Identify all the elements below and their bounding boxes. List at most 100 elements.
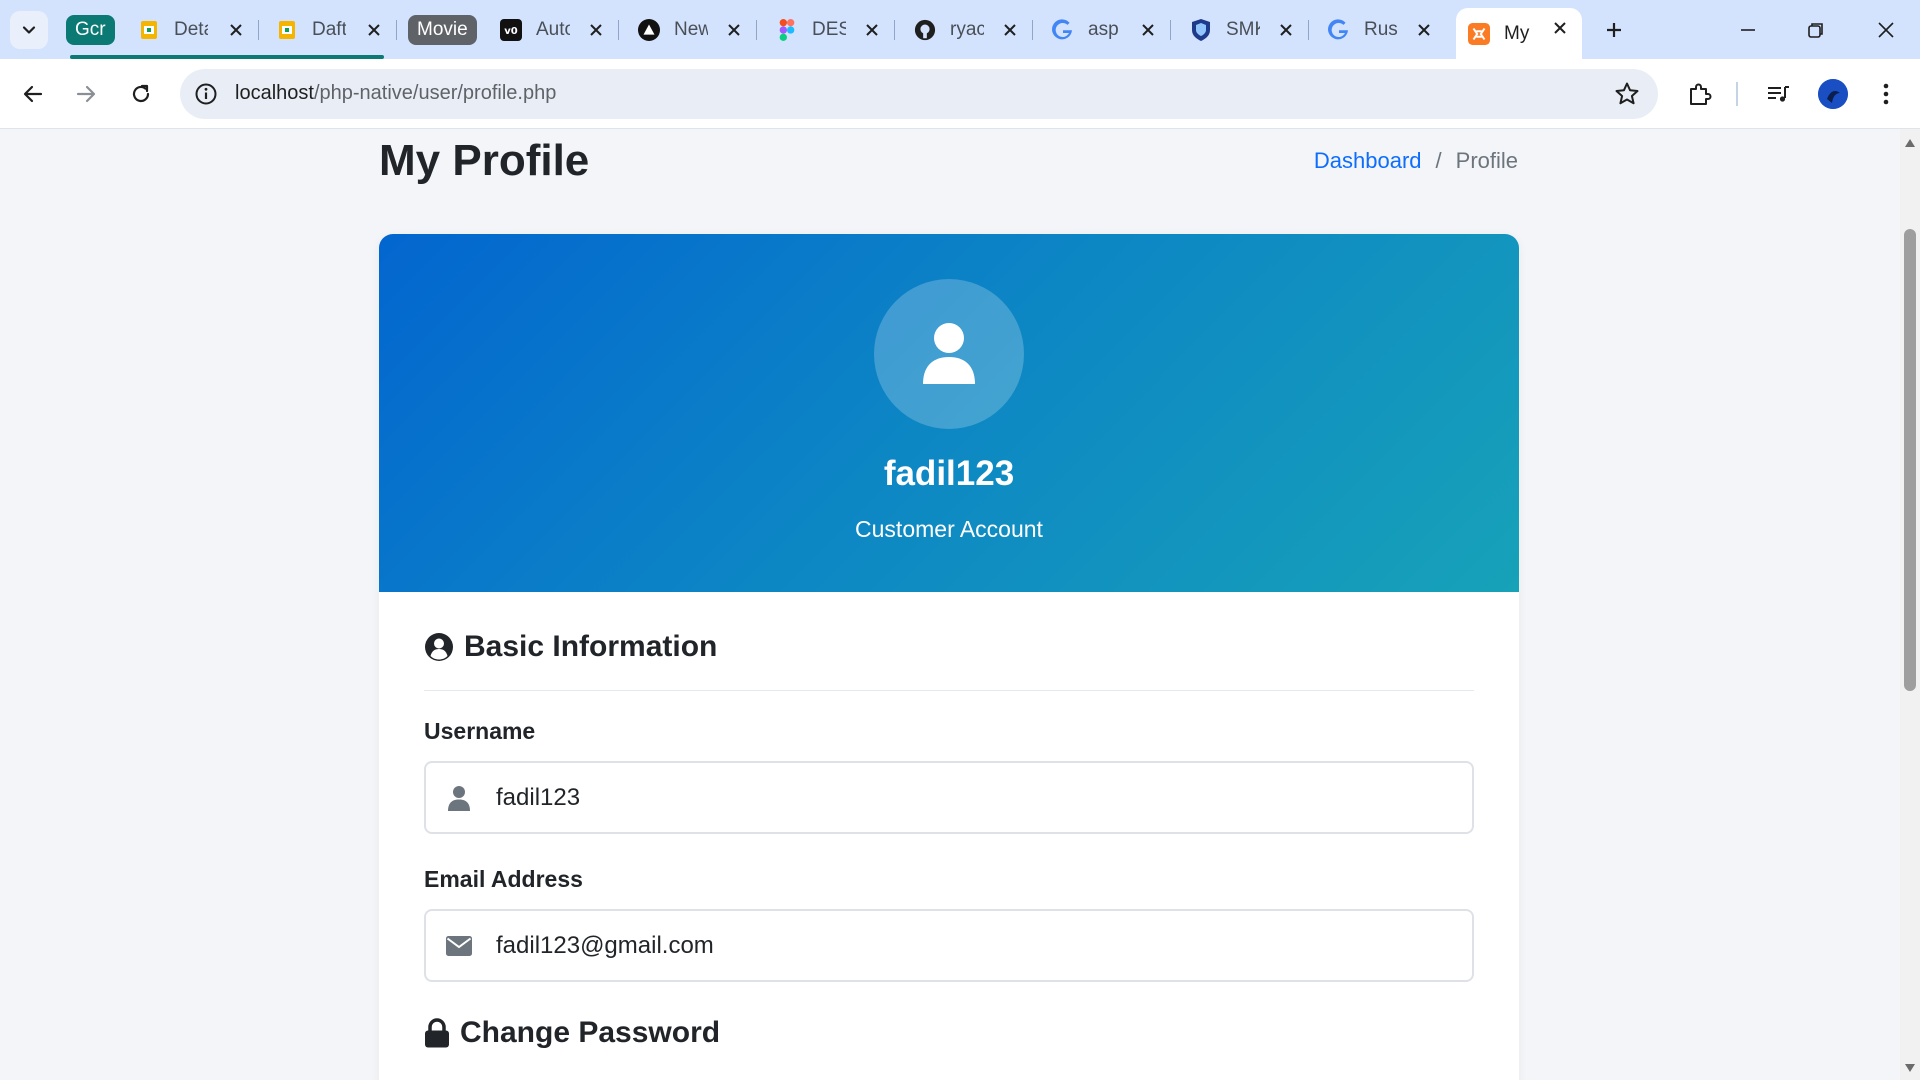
site-info-icon[interactable] xyxy=(194,82,218,106)
scroll-down-arrow[interactable] xyxy=(1905,1064,1915,1072)
user-circle-icon xyxy=(425,633,453,661)
email-label: Email Address xyxy=(424,866,583,892)
profile-avatar[interactable] xyxy=(1818,79,1848,109)
page-scrollbar[interactable] xyxy=(1900,129,1920,1080)
profile-role: Customer Account xyxy=(855,516,1043,542)
xampp-icon xyxy=(1468,22,1490,45)
tab-title: Daft xyxy=(312,19,346,40)
tab-new[interactable]: New xyxy=(626,10,757,50)
figma-icon xyxy=(776,19,798,41)
breadcrumb-dashboard-link[interactable]: Dashboard xyxy=(1314,148,1422,174)
google-icon xyxy=(1052,19,1074,41)
url-path: /php-native/user/profile.php xyxy=(313,82,557,104)
tab-title: New xyxy=(674,19,708,40)
minimize-icon xyxy=(1741,29,1755,31)
restore-button[interactable] xyxy=(1788,8,1844,52)
envelope-icon xyxy=(446,933,472,959)
change-password-heading: Change Password xyxy=(424,1016,720,1050)
reload-button[interactable] xyxy=(121,74,161,114)
profile-header: fadil123 Customer Account xyxy=(379,234,1519,592)
google-icon xyxy=(1328,19,1350,41)
close-window-button[interactable] xyxy=(1858,8,1914,52)
scroll-up-arrow[interactable] xyxy=(1905,139,1915,147)
address-bar[interactable]: localhost/php-native/user/profile.php xyxy=(180,69,1658,119)
arrow-left-icon xyxy=(23,85,43,103)
close-tab-icon[interactable] xyxy=(364,20,384,40)
tab-des[interactable]: DES xyxy=(764,10,895,50)
tab-title: Auto xyxy=(536,19,570,40)
tab-ryac[interactable]: ryac xyxy=(902,10,1033,50)
breadcrumb-separator: / xyxy=(1435,148,1442,173)
breadcrumb-current: Profile xyxy=(1455,148,1518,173)
forward-button[interactable] xyxy=(66,74,106,114)
new-tab-button[interactable] xyxy=(1598,14,1630,46)
media-control-button[interactable] xyxy=(1758,74,1798,114)
tab-strip: Gcr Deta Daft Movie v0 Auto New DES ry xyxy=(0,0,1920,59)
tab-auto[interactable]: v0 Auto xyxy=(488,10,619,50)
profile-avatar-circle xyxy=(874,279,1024,429)
close-tab-icon[interactable] xyxy=(1000,20,1020,40)
back-button[interactable] xyxy=(13,74,53,114)
close-tab-icon[interactable] xyxy=(1550,18,1570,38)
chevron-down-icon xyxy=(22,26,36,34)
minimize-button[interactable] xyxy=(1720,8,1776,52)
puzzle-icon xyxy=(1690,83,1712,105)
shield-logo-icon xyxy=(1190,19,1212,41)
tab-rus[interactable]: Rus xyxy=(1316,10,1446,50)
plus-icon xyxy=(1607,23,1621,37)
user-icon xyxy=(923,323,975,384)
page-title: My Profile xyxy=(379,136,590,185)
browser-toolbar: localhost/php-native/user/profile.php xyxy=(0,59,1920,129)
close-tab-icon[interactable] xyxy=(586,20,606,40)
chrome-menu-button[interactable] xyxy=(1866,74,1906,114)
tab-title: My xyxy=(1504,22,1530,44)
change-password-heading-text: Change Password xyxy=(460,1016,721,1049)
close-tab-icon[interactable] xyxy=(1414,20,1434,40)
email-input[interactable] xyxy=(496,931,1456,960)
tab-search-button[interactable] xyxy=(10,11,48,49)
page-viewport: My Profile Dashboard / Profile fadil123 … xyxy=(0,129,1900,1080)
close-tab-icon[interactable] xyxy=(724,20,744,40)
username-field[interactable] xyxy=(424,761,1474,834)
tab-asp[interactable]: asp xyxy=(1040,10,1171,50)
tab-group-gcr[interactable]: Gcr xyxy=(66,15,115,45)
lock-icon xyxy=(425,1018,449,1048)
tab-smk[interactable]: SMK xyxy=(1178,10,1309,50)
basic-info-heading-text: Basic Information xyxy=(464,630,718,663)
profile-username: fadil123 xyxy=(883,454,1015,493)
tab-deta[interactable]: Deta xyxy=(126,10,259,50)
more-vertical-icon xyxy=(1883,83,1889,105)
tab-my-profile[interactable]: My xyxy=(1456,8,1582,59)
user-avatar-icon xyxy=(1818,79,1848,109)
tab-title: Deta xyxy=(174,19,208,40)
url-text[interactable]: localhost/php-native/user/profile.php xyxy=(235,82,556,105)
scrollbar-thumb[interactable] xyxy=(1904,229,1916,691)
svg-text:v0: v0 xyxy=(504,26,518,37)
google-sheets-icon xyxy=(276,19,298,41)
close-tab-icon[interactable] xyxy=(862,20,882,40)
user-icon xyxy=(446,785,472,811)
arrow-right-icon xyxy=(76,85,96,103)
github-icon xyxy=(914,19,936,41)
close-tab-icon[interactable] xyxy=(226,20,246,40)
username-input[interactable] xyxy=(496,783,1456,812)
tab-title: asp xyxy=(1088,19,1119,40)
v0-icon: v0 xyxy=(500,19,522,41)
username-label: Username xyxy=(424,718,536,744)
tab-group-movie[interactable]: Movie xyxy=(408,15,477,45)
triangle-logo-icon xyxy=(638,19,660,41)
google-sheets-icon xyxy=(138,19,160,41)
extensions-button[interactable] xyxy=(1679,74,1719,114)
close-tab-icon[interactable] xyxy=(1138,20,1158,40)
bookmark-star-icon[interactable] xyxy=(1614,81,1640,107)
profile-card: fadil123 Customer Account Basic Informat… xyxy=(379,234,1519,1080)
email-field[interactable] xyxy=(424,909,1474,982)
tab-title: SMK xyxy=(1226,19,1260,40)
close-tab-icon[interactable] xyxy=(1276,20,1296,40)
close-icon xyxy=(1878,22,1894,38)
tab-daft[interactable]: Daft xyxy=(264,10,397,50)
url-host: localhost xyxy=(235,82,314,104)
tab-title: Rus xyxy=(1364,19,1398,40)
reload-icon xyxy=(132,84,150,103)
toolbar-divider xyxy=(1736,82,1738,106)
